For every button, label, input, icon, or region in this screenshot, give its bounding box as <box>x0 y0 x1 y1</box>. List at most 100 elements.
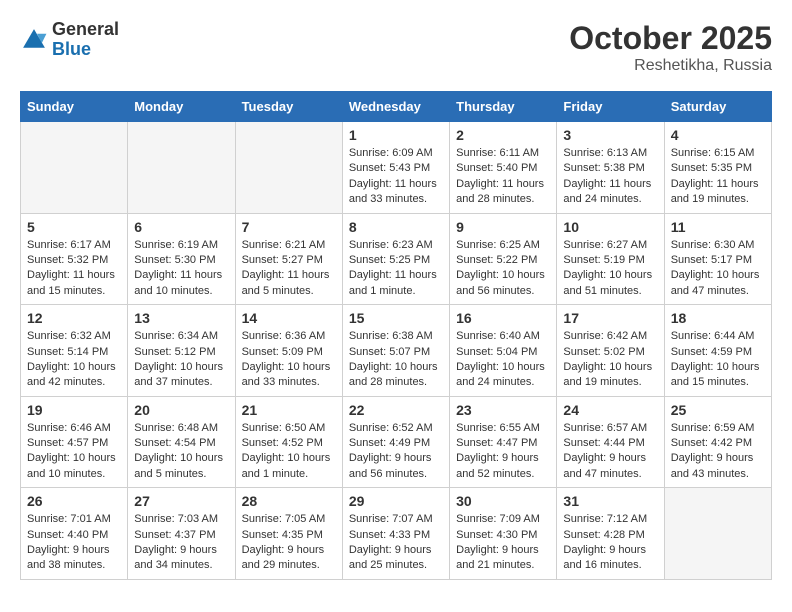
calendar-cell: 17 Sunrise: 6:42 AM Sunset: 5:02 PM Dayli… <box>557 305 664 397</box>
col-monday: Monday <box>128 92 235 122</box>
calendar-cell: 7 Sunrise: 6:21 AM Sunset: 5:27 PM Daylig… <box>235 213 342 305</box>
calendar-cell: 21 Sunrise: 6:50 AM Sunset: 4:52 PM Dayli… <box>235 396 342 488</box>
calendar-cell: 15 Sunrise: 6:38 AM Sunset: 5:07 PM Dayli… <box>342 305 449 397</box>
calendar-cell <box>664 488 771 580</box>
calendar-header: Sunday Monday Tuesday Wednesday Thursday… <box>21 92 772 122</box>
col-friday: Friday <box>557 92 664 122</box>
calendar-cell <box>235 122 342 214</box>
col-tuesday: Tuesday <box>235 92 342 122</box>
day-number: 3 <box>563 127 657 143</box>
calendar-cell: 19 Sunrise: 6:46 AM Sunset: 4:57 PM Dayli… <box>21 396 128 488</box>
day-number: 5 <box>27 219 121 235</box>
day-info: Sunrise: 6:27 AM Sunset: 5:19 PM Dayligh… <box>563 238 657 300</box>
day-info: Sunrise: 6:09 AM Sunset: 5:43 PM Dayligh… <box>349 146 443 208</box>
col-saturday: Saturday <box>664 92 771 122</box>
day-info: Sunrise: 6:52 AM Sunset: 4:49 PM Dayligh… <box>349 421 443 483</box>
calendar-cell: 4 Sunrise: 6:15 AM Sunset: 5:35 PM Daylig… <box>664 122 771 214</box>
day-number: 31 <box>563 493 657 509</box>
calendar-cell: 10 Sunrise: 6:27 AM Sunset: 5:19 PM Dayli… <box>557 213 664 305</box>
day-number: 18 <box>671 310 765 326</box>
day-info: Sunrise: 6:11 AM Sunset: 5:40 PM Dayligh… <box>456 146 550 208</box>
col-wednesday: Wednesday <box>342 92 449 122</box>
calendar-cell: 27 Sunrise: 7:03 AM Sunset: 4:37 PM Dayli… <box>128 488 235 580</box>
calendar-cell: 16 Sunrise: 6:40 AM Sunset: 5:04 PM Dayli… <box>450 305 557 397</box>
day-info: Sunrise: 6:17 AM Sunset: 5:32 PM Dayligh… <box>27 238 121 300</box>
calendar-cell: 6 Sunrise: 6:19 AM Sunset: 5:30 PM Daylig… <box>128 213 235 305</box>
day-info: Sunrise: 7:01 AM Sunset: 4:40 PM Dayligh… <box>27 512 121 574</box>
calendar-body: 1 Sunrise: 6:09 AM Sunset: 5:43 PM Daylig… <box>21 122 772 580</box>
day-info: Sunrise: 6:23 AM Sunset: 5:25 PM Dayligh… <box>349 238 443 300</box>
logo: General Blue <box>20 20 119 60</box>
day-number: 27 <box>134 493 228 509</box>
logo-text: General Blue <box>52 20 119 60</box>
calendar-cell: 24 Sunrise: 6:57 AM Sunset: 4:44 PM Dayli… <box>557 396 664 488</box>
calendar-cell: 26 Sunrise: 7:01 AM Sunset: 4:40 PM Dayli… <box>21 488 128 580</box>
day-number: 16 <box>456 310 550 326</box>
calendar-cell: 18 Sunrise: 6:44 AM Sunset: 4:59 PM Dayli… <box>664 305 771 397</box>
day-number: 6 <box>134 219 228 235</box>
day-number: 9 <box>456 219 550 235</box>
calendar-cell: 22 Sunrise: 6:52 AM Sunset: 4:49 PM Dayli… <box>342 396 449 488</box>
day-number: 11 <box>671 219 765 235</box>
day-info: Sunrise: 6:34 AM Sunset: 5:12 PM Dayligh… <box>134 329 228 391</box>
col-thursday: Thursday <box>450 92 557 122</box>
calendar-cell: 8 Sunrise: 6:23 AM Sunset: 5:25 PM Daylig… <box>342 213 449 305</box>
day-number: 21 <box>242 402 336 418</box>
day-number: 17 <box>563 310 657 326</box>
day-number: 19 <box>27 402 121 418</box>
day-info: Sunrise: 6:48 AM Sunset: 4:54 PM Dayligh… <box>134 421 228 483</box>
day-number: 30 <box>456 493 550 509</box>
day-number: 1 <box>349 127 443 143</box>
day-info: Sunrise: 6:30 AM Sunset: 5:17 PM Dayligh… <box>671 238 765 300</box>
day-number: 29 <box>349 493 443 509</box>
day-info: Sunrise: 6:50 AM Sunset: 4:52 PM Dayligh… <box>242 421 336 483</box>
calendar-cell: 9Sunrise: 6:25 AM Sunset: 5:22 PM Daylig… <box>450 213 557 305</box>
calendar-cell: 28 Sunrise: 7:05 AM Sunset: 4:35 PM Dayli… <box>235 488 342 580</box>
title-block: October 2025 Reshetikha, Russia <box>569 20 772 75</box>
day-number: 15 <box>349 310 443 326</box>
day-number: 10 <box>563 219 657 235</box>
calendar-week-3: 12 Sunrise: 6:32 AM Sunset: 5:14 PM Dayli… <box>21 305 772 397</box>
calendar-cell: 12 Sunrise: 6:32 AM Sunset: 5:14 PM Dayli… <box>21 305 128 397</box>
day-number: 25 <box>671 402 765 418</box>
day-info: Sunrise: 6:21 AM Sunset: 5:27 PM Dayligh… <box>242 238 336 300</box>
day-info: Sunrise: 6:44 AM Sunset: 4:59 PM Dayligh… <box>671 329 765 391</box>
day-info: Sunrise: 6:42 AM Sunset: 5:02 PM Dayligh… <box>563 329 657 391</box>
calendar-cell: 29Sunrise: 7:07 AM Sunset: 4:33 PM Dayli… <box>342 488 449 580</box>
day-number: 22 <box>349 402 443 418</box>
calendar-cell: 2Sunrise: 6:11 AM Sunset: 5:40 PM Daylig… <box>450 122 557 214</box>
calendar-cell: 1 Sunrise: 6:09 AM Sunset: 5:43 PM Daylig… <box>342 122 449 214</box>
day-number: 24 <box>563 402 657 418</box>
calendar-week-1: 1 Sunrise: 6:09 AM Sunset: 5:43 PM Daylig… <box>21 122 772 214</box>
calendar-week-4: 19 Sunrise: 6:46 AM Sunset: 4:57 PM Dayli… <box>21 396 772 488</box>
calendar-cell: 14Sunrise: 6:36 AM Sunset: 5:09 PM Dayli… <box>235 305 342 397</box>
day-info: Sunrise: 7:09 AM Sunset: 4:30 PM Dayligh… <box>456 512 550 574</box>
day-info: Sunrise: 6:19 AM Sunset: 5:30 PM Dayligh… <box>134 238 228 300</box>
calendar-cell: 23 Sunrise: 6:55 AM Sunset: 4:47 PM Dayli… <box>450 396 557 488</box>
day-info: Sunrise: 6:59 AM Sunset: 4:42 PM Dayligh… <box>671 421 765 483</box>
day-info: Sunrise: 7:03 AM Sunset: 4:37 PM Dayligh… <box>134 512 228 574</box>
logo-general: General <box>52 20 119 40</box>
calendar-cell: 11 Sunrise: 6:30 AM Sunset: 5:17 PM Dayli… <box>664 213 771 305</box>
calendar-cell: 5 Sunrise: 6:17 AM Sunset: 5:32 PM Daylig… <box>21 213 128 305</box>
day-info: Sunrise: 6:57 AM Sunset: 4:44 PM Dayligh… <box>563 421 657 483</box>
day-info: Sunrise: 6:55 AM Sunset: 4:47 PM Dayligh… <box>456 421 550 483</box>
day-number: 14 <box>242 310 336 326</box>
calendar-cell: 13Sunrise: 6:34 AM Sunset: 5:12 PM Dayli… <box>128 305 235 397</box>
day-number: 26 <box>27 493 121 509</box>
day-number: 28 <box>242 493 336 509</box>
day-info: Sunrise: 6:46 AM Sunset: 4:57 PM Dayligh… <box>27 421 121 483</box>
day-number: 8 <box>349 219 443 235</box>
day-info: Sunrise: 6:38 AM Sunset: 5:07 PM Dayligh… <box>349 329 443 391</box>
day-number: 20 <box>134 402 228 418</box>
day-number: 23 <box>456 402 550 418</box>
calendar-cell: 31Sunrise: 7:12 AM Sunset: 4:28 PM Dayli… <box>557 488 664 580</box>
day-info: Sunrise: 6:40 AM Sunset: 5:04 PM Dayligh… <box>456 329 550 391</box>
day-number: 7 <box>242 219 336 235</box>
day-info: Sunrise: 7:05 AM Sunset: 4:35 PM Dayligh… <box>242 512 336 574</box>
day-info: Sunrise: 6:15 AM Sunset: 5:35 PM Dayligh… <box>671 146 765 208</box>
day-number: 12 <box>27 310 121 326</box>
page-header: General Blue October 2025 Reshetikha, Ru… <box>20 20 772 75</box>
day-number: 4 <box>671 127 765 143</box>
day-info: Sunrise: 6:32 AM Sunset: 5:14 PM Dayligh… <box>27 329 121 391</box>
